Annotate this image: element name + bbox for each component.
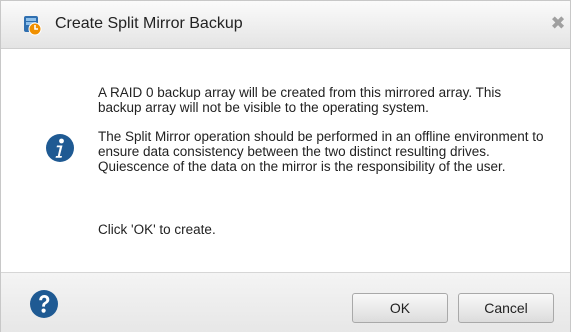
dialog-footer: OK Cancel	[1, 272, 570, 332]
message-text-3: Click 'OK' to create.	[98, 222, 216, 237]
message-paragraph-2: The Split Mirror operation should be per…	[98, 129, 548, 174]
message-paragraph-1: A RAID 0 backup array will be created fr…	[98, 85, 548, 115]
close-icon[interactable]: ✖	[549, 13, 567, 33]
dialog-title: Create Split Mirror Backup	[55, 15, 243, 32]
message-text-2: The Split Mirror operation should be per…	[98, 129, 544, 174]
ok-button[interactable]: OK	[352, 293, 448, 323]
dialog-titlebar[interactable]: Create Split Mirror Backup ✖	[1, 1, 570, 49]
message-paragraph-3: Click 'OK' to create.	[98, 222, 548, 237]
message-text-1: A RAID 0 backup array will be created fr…	[98, 85, 502, 115]
cancel-button[interactable]: Cancel	[458, 293, 554, 323]
backup-array-icon	[20, 13, 44, 37]
info-icon	[45, 133, 75, 163]
create-split-mirror-dialog: Create Split Mirror Backup ✖ A RAID 0 ba…	[0, 0, 571, 332]
dialog-content: A RAID 0 backup array will be created fr…	[1, 49, 570, 271]
help-icon[interactable]	[29, 289, 59, 319]
